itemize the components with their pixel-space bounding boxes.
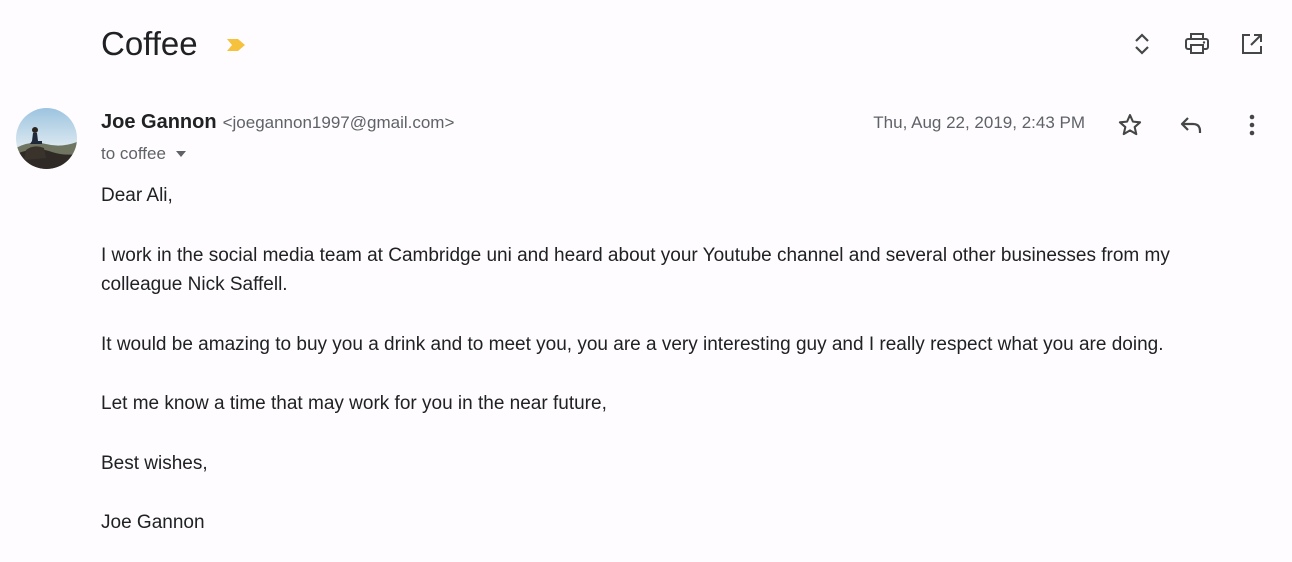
body-paragraph: I work in the social media team at Cambr… <box>101 244 1170 296</box>
chevron-down-icon[interactable] <box>175 151 186 157</box>
body-paragraph: It would be amazing to buy you a drink a… <box>101 333 1164 355</box>
sender-name[interactable]: Joe Gannon <box>101 111 217 134</box>
sender-avatar[interactable] <box>16 108 77 169</box>
sender-email: <joegannon1997@gmail.com> <box>222 113 455 132</box>
star-icon[interactable] <box>1115 110 1145 140</box>
print-icon[interactable] <box>1183 30 1211 58</box>
importance-marker-icon[interactable] <box>226 38 246 52</box>
message-body: Dear Ali, I work in the social media tea… <box>101 181 1231 538</box>
recipient-details-toggle[interactable]: to coffee <box>101 143 186 165</box>
recipient-label: to coffee <box>101 144 166 163</box>
body-closing: Best wishes, <box>101 452 208 474</box>
body-paragraph: Let me know a time that may work for you… <box>101 393 607 414</box>
expand-all-icon[interactable] <box>1128 30 1156 58</box>
reply-icon[interactable] <box>1176 110 1206 140</box>
body-greeting: Dear Ali, <box>101 185 173 206</box>
message-date: Thu, Aug 22, 2019, 2:43 PM <box>873 113 1085 132</box>
sender-info: Joe Gannon <joegannon1997@gmail.com> <box>101 111 454 137</box>
email-subject: Coffee <box>101 25 198 62</box>
more-options-icon[interactable] <box>1237 110 1267 140</box>
body-signature: Joe Gannon <box>101 512 205 533</box>
email-view: Coffee Joe Gannon <joegannon1997@gmail.c… <box>0 0 1292 562</box>
open-in-new-window-icon[interactable] <box>1238 30 1266 58</box>
